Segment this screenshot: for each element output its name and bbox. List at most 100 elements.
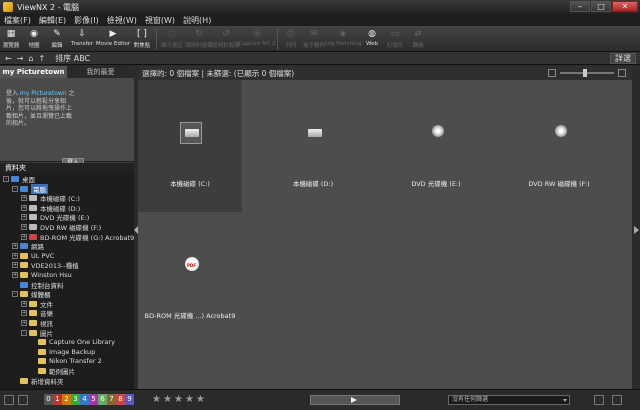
up-folder-button[interactable]: ↑ <box>38 54 45 63</box>
menu-image[interactable]: 影像(I) <box>74 15 99 26</box>
tree-item[interactable]: 新增資料夾 <box>12 377 64 386</box>
tree-item[interactable]: + DVD RW 磁碟機 (F:) <box>21 223 101 232</box>
toolbar-button-5[interactable]: [ ] 對焦點 <box>131 27 153 51</box>
color-label-2[interactable]: 2 <box>62 394 71 405</box>
large-thumb-icon[interactable] <box>618 69 626 77</box>
menu-window[interactable]: 視窗(W) <box>145 15 175 26</box>
toolbar-button-4[interactable]: ▶ Movie Editor <box>96 27 130 51</box>
minimize-button[interactable]: – <box>570 1 590 12</box>
color-label-7[interactable]: 7 <box>107 394 116 405</box>
tree-item[interactable]: + VDE2013--種植 <box>12 261 79 270</box>
toolbar-button-15[interactable]: ⇄ 轉換 <box>407 27 429 51</box>
expand-toggle-icon[interactable]: + <box>21 300 27 307</box>
expand-toggle-icon[interactable]: + <box>21 233 27 240</box>
detail-settings-button[interactable]: 詳選 <box>610 53 636 64</box>
color-label-8[interactable]: 8 <box>116 394 125 405</box>
expand-toggle-icon[interactable] <box>30 349 36 355</box>
tree-item[interactable]: - 媒體櫃 <box>12 290 51 299</box>
tree-item[interactable]: 控制台資料 <box>12 281 64 290</box>
toolbar-button-0[interactable]: ▦ 瀏覽器 <box>0 27 22 51</box>
expand-toggle-icon[interactable]: - <box>12 291 18 298</box>
rotate-icon[interactable] <box>594 395 604 405</box>
expand-toggle-icon[interactable]: + <box>21 310 27 317</box>
expand-toggle-icon[interactable] <box>12 378 18 384</box>
expand-toggle-icon[interactable]: + <box>21 204 27 211</box>
label-icon[interactable] <box>18 395 28 405</box>
toolbar-button-13[interactable]: ◍ Web <box>361 27 383 51</box>
toolbar-button-10[interactable]: ⎙ 列印 <box>280 27 302 51</box>
tree-item[interactable]: - 圖片 <box>21 329 53 338</box>
menu-file[interactable]: 檔案(F) <box>4 15 31 26</box>
menu-help[interactable]: 說明(H) <box>183 15 211 26</box>
tree-item[interactable]: + BD-ROM 光碟機 (G:) Acrobat9 <box>21 233 134 242</box>
expand-toggle-icon[interactable]: + <box>12 272 18 278</box>
color-label-4[interactable]: 4 <box>80 394 89 405</box>
toolbar-button-14[interactable]: ▭ 幻燈片 <box>384 27 406 51</box>
expand-toggle-icon[interactable] <box>30 368 36 374</box>
expand-toggle-icon[interactable] <box>30 358 36 364</box>
menu-edit[interactable]: 編輯(E) <box>39 15 66 26</box>
drive-thumbnail[interactable]: 本機磁碟 (C:) <box>138 80 242 212</box>
rating-star-icon[interactable]: ★ <box>163 394 174 405</box>
back-button[interactable]: ← <box>5 54 12 63</box>
toolbar-button-8[interactable]: ↺ 逆時針旋轉 <box>212 27 240 51</box>
tree-item[interactable]: + 視訊 <box>21 319 53 328</box>
small-thumb-icon[interactable] <box>548 69 556 77</box>
expand-toggle-icon[interactable]: + <box>12 252 18 259</box>
expand-toggle-icon[interactable]: + <box>21 224 27 230</box>
tree-item[interactable]: + UL PVC <box>12 252 54 260</box>
color-label-9[interactable]: 9 <box>125 394 134 405</box>
toolbar-button-1[interactable]: ◉ 地圖 <box>23 27 45 51</box>
tree-item[interactable]: Capture One Library <box>30 338 115 346</box>
drive-thumbnail[interactable]: DVD RW 磁碟機 (F:) <box>507 80 611 212</box>
rating-star-icon[interactable]: ★ <box>196 394 207 405</box>
expand-toggle-icon[interactable]: + <box>12 262 18 269</box>
expand-toggle-icon[interactable] <box>12 282 18 288</box>
rating-star-icon[interactable]: ★ <box>152 394 163 405</box>
tree-item[interactable]: + 網路 <box>12 242 44 251</box>
rating-star-icon[interactable]: ★ <box>174 394 185 405</box>
expand-toggle-icon[interactable] <box>30 339 36 345</box>
tree-item[interactable]: + Winston Hsu <box>12 271 72 279</box>
color-label-6[interactable]: 6 <box>98 394 107 405</box>
menu-view[interactable]: 檢視(W) <box>107 15 137 26</box>
color-label-5[interactable]: 5 <box>89 394 98 405</box>
color-label-3[interactable]: 3 <box>71 394 80 405</box>
tab-favorites[interactable]: 我的最愛 <box>67 66 134 78</box>
expand-toggle-icon[interactable]: + <box>12 243 18 250</box>
expand-toggle-icon[interactable]: + <box>21 214 27 221</box>
toolbar-button-11[interactable]: ✉ 電子郵件 <box>303 27 325 51</box>
tree-item[interactable]: 範例圖片 <box>30 367 75 376</box>
toolbar-button-3[interactable]: ⇩ Transfer <box>69 27 95 51</box>
expand-toggle-icon[interactable]: - <box>3 176 9 182</box>
tree-item[interactable]: - 桌面 <box>3 175 35 184</box>
home-icon[interactable]: ⌂ <box>28 54 33 63</box>
maximize-button[interactable]: □ <box>591 1 611 12</box>
filter-icon[interactable] <box>4 395 14 405</box>
drive-thumbnail[interactable]: 本機磁碟 (D:) <box>261 80 365 212</box>
drive-thumbnail[interactable]: DVD 光碟機 (E:) <box>384 80 488 212</box>
close-button[interactable]: ✕ <box>612 1 638 12</box>
toolbar-button-9[interactable]: ◎ Capture NX 2 <box>239 27 276 51</box>
tree-item[interactable]: Image Backup <box>30 348 95 356</box>
tree-item[interactable]: + 本機磁碟 (D:) <box>21 204 80 213</box>
tab-my-picturetown[interactable]: my Picturetown <box>0 66 67 78</box>
sort-dropdown[interactable]: 排序 ABC <box>55 53 90 64</box>
tree-item[interactable]: + 本機磁碟 (C:) <box>21 194 80 203</box>
rating-star-icon[interactable]: ★ <box>185 394 196 405</box>
expand-toggle-icon[interactable]: + <box>21 320 27 326</box>
expand-toggle-icon[interactable]: - <box>21 329 27 336</box>
tree-item[interactable]: - 電腦 <box>12 183 48 194</box>
color-label-0[interactable]: 0 <box>44 394 53 405</box>
tree-item[interactable]: Nikon Transfer 2 <box>30 357 102 365</box>
tree-item[interactable]: + 音樂 <box>21 309 53 318</box>
filter-select[interactable]: 沒有任何篩選 <box>448 395 570 405</box>
thumbnail-size-slider[interactable] <box>548 69 626 77</box>
slider-knob[interactable] <box>583 69 587 77</box>
right-panel-handle[interactable] <box>632 66 640 389</box>
toolbar-button-6[interactable]: ◌ 顯示選定 <box>159 27 185 51</box>
drive-thumbnail[interactable]: PDF BD-ROM 光碟機 ...) Acrobat9 <box>138 212 242 344</box>
expand-toggle-icon[interactable]: + <box>21 195 27 202</box>
tree-item[interactable]: + DVD 光碟機 (E:) <box>21 213 89 222</box>
toolbar-button-12[interactable]: ◈ Log Matching <box>325 27 362 51</box>
